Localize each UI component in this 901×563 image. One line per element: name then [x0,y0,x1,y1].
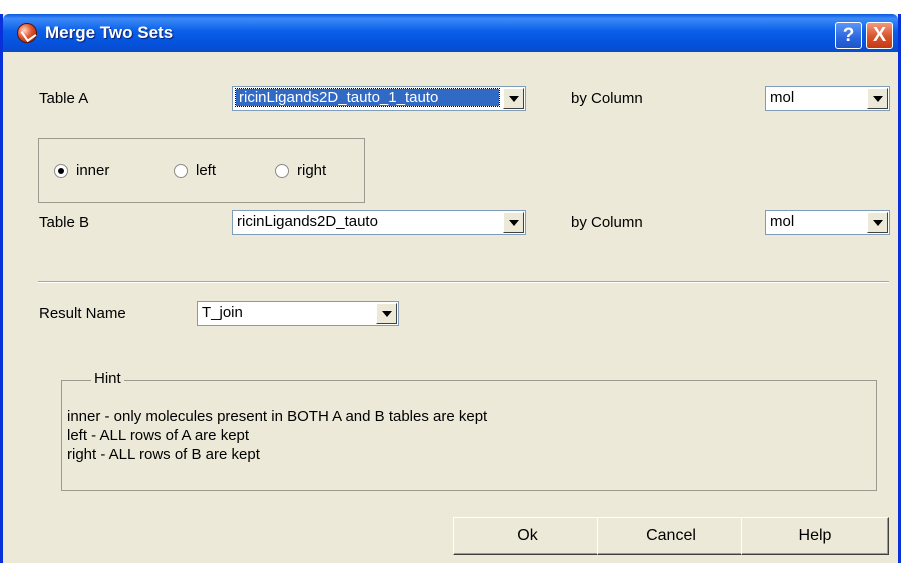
title-close-button[interactable]: X [866,22,893,49]
chevron-down-icon[interactable] [376,303,397,324]
table-a-by-column-label: by Column [571,90,643,107]
hint-group: Hint inner - only molecules present in B… [61,370,877,491]
hint-title: Hint [91,370,124,387]
chevron-down-icon[interactable] [867,212,888,233]
app-icon [17,23,37,43]
radio-checked-icon[interactable] [54,163,68,178]
chevron-down-icon[interactable] [503,212,524,233]
hint-line: right - ALL rows of B are kept [67,446,260,463]
table-a-label: Table A [39,90,89,107]
separator [38,281,889,283]
radio-unchecked-icon[interactable] [174,163,188,178]
table-b-select[interactable]: ricinLigands2D_tauto [232,210,526,235]
window-title: Merge Two Sets [45,23,174,42]
result-name-combo[interactable]: T_join [197,301,399,326]
chevron-down-icon[interactable] [503,88,524,109]
radio-left[interactable]: left [174,162,216,179]
background-strip [0,0,901,14]
result-name-label: Result Name [39,305,126,322]
help-button[interactable]: Help [741,517,889,555]
chevron-down-icon[interactable] [867,88,888,109]
radio-unchecked-icon[interactable] [275,163,289,178]
result-name-value: T_join [202,304,243,321]
cancel-button[interactable]: Cancel [597,517,745,555]
table-a-select[interactable]: ricinLigands2D_tauto_1_tauto [232,86,526,111]
join-type-group: inner left right [38,138,365,203]
table-b-column-value: mol [770,213,795,230]
hint-line: left - ALL rows of A are kept [67,427,250,444]
radio-right-label: right [297,162,327,179]
radio-inner[interactable]: inner [54,162,109,179]
table-b-by-column-label: by Column [571,214,643,231]
title-bar[interactable]: Merge Two Sets ? X [3,14,898,52]
hint-line: inner - only molecules present in BOTH A… [67,408,488,425]
table-a-column-select[interactable]: mol [765,86,890,111]
table-b-label: Table B [39,214,90,231]
ok-button[interactable]: Ok [453,517,602,555]
radio-right[interactable]: right [275,162,326,179]
merge-dialog: Merge Two Sets ? X Table A ricinLigands2… [0,14,901,563]
table-b-value: ricinLigands2D_tauto [237,213,378,230]
hint-text: inner - only molecules present in BOTH A… [67,407,487,464]
radio-left-label: left [196,162,217,179]
table-a-column-value: mol [770,89,795,106]
table-a-value: ricinLigands2D_tauto_1_tauto [235,88,500,107]
radio-inner-label: inner [76,162,110,179]
title-help-button[interactable]: ? [835,22,862,49]
table-b-column-select[interactable]: mol [765,210,890,235]
